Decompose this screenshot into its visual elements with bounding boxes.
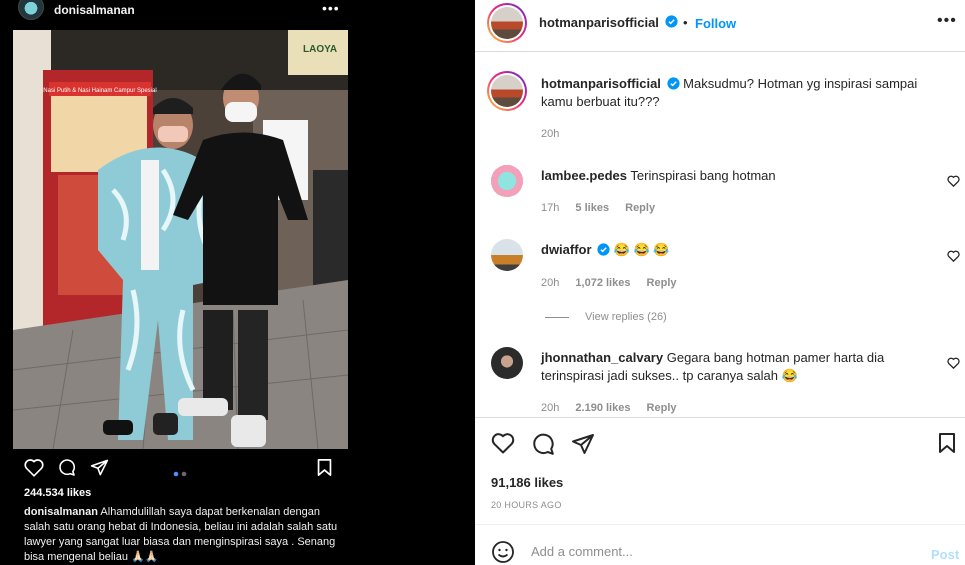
post-username[interactable]: hotmanparisofficial <box>539 15 659 30</box>
comment-time[interactable]: 20h <box>541 402 559 414</box>
carousel-dots <box>173 464 189 482</box>
comment-likes[interactable]: 2.190 likes <box>575 402 630 414</box>
avatar[interactable] <box>491 239 523 271</box>
verified-badge-icon <box>597 243 610 256</box>
avatar[interactable] <box>487 71 527 111</box>
bookmark-icon[interactable] <box>316 458 333 482</box>
like-comment-heart-icon[interactable] <box>947 250 960 262</box>
post-comment-button[interactable]: Post <box>931 547 959 562</box>
left-username[interactable]: donisalmanan <box>54 3 135 17</box>
comment-meta: 20h 2.190 likes Reply <box>541 402 690 414</box>
comment-meta: 20h 1,072 likes Reply <box>541 277 690 289</box>
reply-button[interactable]: Reply <box>625 202 655 214</box>
share-icon[interactable] <box>90 458 109 482</box>
avatar[interactable] <box>18 0 44 20</box>
reply-button[interactable]: Reply <box>647 402 677 414</box>
comment-time[interactable]: 20h <box>541 277 559 289</box>
verified-badge-icon <box>665 15 678 28</box>
comment-body: jhonnathan_calvary Gegara bang hotman pa… <box>541 349 921 385</box>
like-comment-heart-icon[interactable] <box>947 175 960 187</box>
view-replies-label[interactable]: View replies (26) <box>585 311 667 323</box>
heart-icon[interactable] <box>24 458 44 482</box>
comment-icon[interactable] <box>531 432 555 461</box>
bookmark-icon[interactable] <box>937 432 957 459</box>
comment-username[interactable]: jhonnathan_calvary <box>541 350 663 365</box>
more-options-icon[interactable]: ••• <box>322 0 340 16</box>
comment-username[interactable]: lambee.pedes <box>541 168 627 183</box>
separator-dot: • <box>683 15 688 30</box>
comment-username[interactable]: dwiaffor <box>541 242 592 257</box>
shop-sign: Nasi Putih & Nasi Hainam Campur Spesial <box>43 88 156 94</box>
caption-meta: 20h <box>541 128 572 140</box>
left-post-header: donisalmanan <box>18 0 348 20</box>
avatar[interactable] <box>491 347 523 379</box>
comment-input[interactable] <box>531 544 901 559</box>
caption-time[interactable]: 20h <box>541 128 559 140</box>
replies-line <box>545 316 569 318</box>
comment-body: dwiaffor 😂 😂 😂 <box>541 241 921 259</box>
left-post-actions <box>24 458 336 480</box>
left-like-count[interactable]: 244.534 likes <box>24 487 91 499</box>
comment-likes[interactable]: 5 likes <box>575 202 609 214</box>
avatar[interactable] <box>491 165 523 197</box>
reply-button[interactable]: Reply <box>647 277 677 289</box>
divider <box>475 524 965 525</box>
comment-icon[interactable] <box>57 458 76 482</box>
emoji-icon[interactable] <box>491 540 515 565</box>
caption-username[interactable]: hotmanparisofficial <box>541 76 661 91</box>
verified-badge-icon <box>666 77 680 90</box>
share-icon[interactable] <box>571 432 595 461</box>
like-count[interactable]: 91,186 likes <box>491 475 563 490</box>
post-photo: Nasi Putih & Nasi Hainam Campur Spesial … <box>13 30 348 449</box>
post-actions <box>491 432 959 458</box>
heart-icon[interactable] <box>491 432 515 459</box>
caption-body: hotmanparisofficial Maksudmu? Hotman yg … <box>541 75 921 111</box>
left-post-panel: donisalmanan ••• Nasi Putih & Nasi Haina… <box>0 0 475 565</box>
left-caption: donisalmanan Alhamdulillah saya dapat be… <box>24 505 342 565</box>
avatar[interactable] <box>487 3 527 43</box>
comment-text: Terinspirasi bang hotman <box>630 168 776 183</box>
view-replies-button[interactable]: View replies (26) <box>545 311 667 323</box>
comment-time[interactable]: 17h <box>541 202 559 214</box>
comment-likes[interactable]: 1,072 likes <box>575 277 630 289</box>
post-timestamp[interactable]: 20 HOURS AGO <box>491 500 562 510</box>
comment-body: lambee.pedes Terinspirasi bang hotman <box>541 167 921 185</box>
comment-meta: 17h 5 likes Reply <box>541 202 668 214</box>
follow-button[interactable]: Follow <box>695 16 736 31</box>
shop-sign-laoya: LAOYA <box>303 44 337 55</box>
comment-text: 😂 😂 😂 <box>613 242 670 257</box>
divider <box>475 417 965 418</box>
post-header: hotmanparisofficial • Follow ••• <box>475 0 965 52</box>
comments-panel: hotmanparisofficial • Follow ••• hotmanp… <box>475 0 965 565</box>
caption-username[interactable]: donisalmanan <box>24 506 98 518</box>
more-options-icon[interactable]: ••• <box>937 12 957 30</box>
add-comment-bar: Post <box>491 540 961 565</box>
like-comment-heart-icon[interactable] <box>947 357 960 369</box>
